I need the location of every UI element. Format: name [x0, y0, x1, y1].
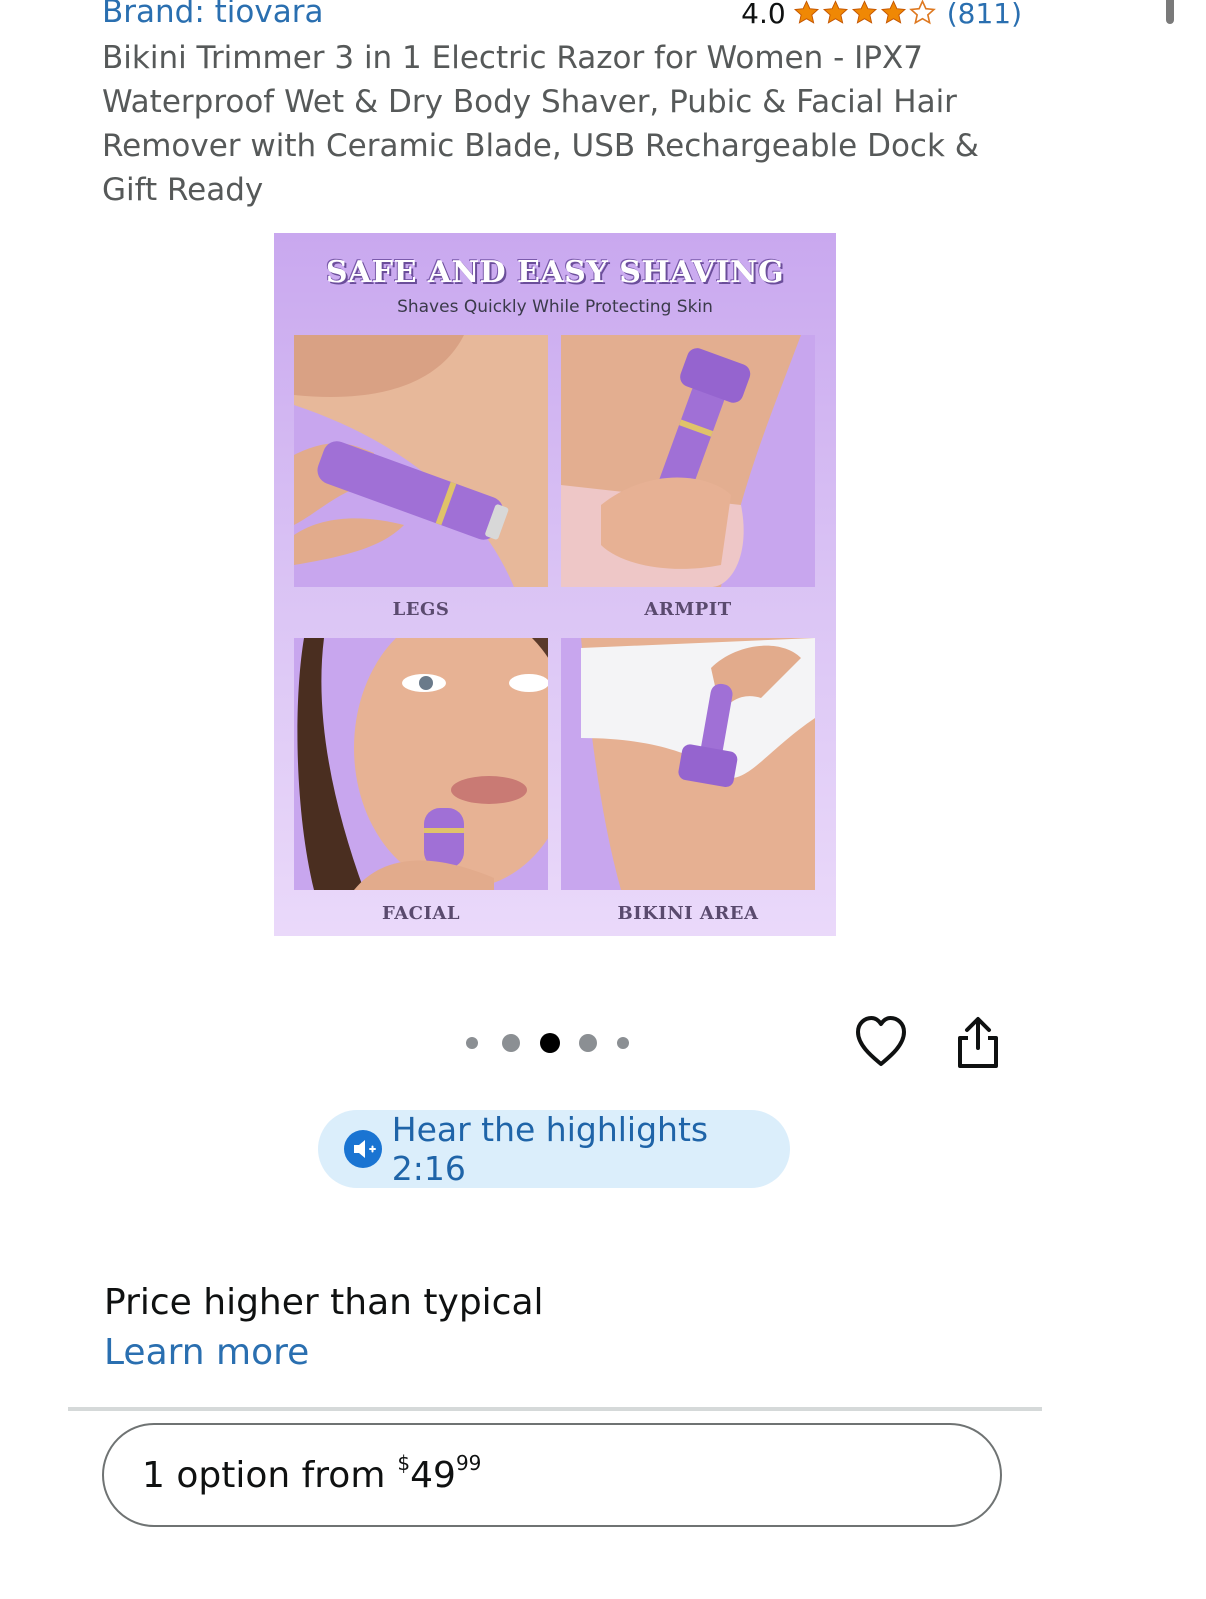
- share-icon: [958, 1017, 998, 1068]
- carousel-dots: [466, 1030, 646, 1056]
- image-subline: Shaves Quickly While Protecting Skin: [397, 297, 713, 317]
- image-tile-facial: [294, 638, 548, 890]
- rating-count-link[interactable]: (811): [947, 0, 1022, 30]
- tile-label-bikini-area: BIKINI AREA: [617, 903, 759, 924]
- star-rating: [792, 0, 937, 27]
- legs-illustration: [294, 335, 548, 587]
- learn-more-link[interactable]: Learn more: [104, 1332, 309, 1373]
- tile-label-facial: FACIAL: [381, 903, 461, 924]
- options-label: 1 option from: [142, 1454, 386, 1496]
- product-title: Bikini Trimmer 3 in 1 Electric Razor for…: [102, 40, 979, 208]
- price-note: Price higher than typical: [104, 1282, 544, 1323]
- image-headline: SAFE AND EASY SHAVING: [325, 255, 785, 290]
- image-tile-bikini: [561, 638, 815, 890]
- carousel-dot-2[interactable]: [502, 1034, 520, 1052]
- price: $ 49 99: [397, 1451, 481, 1496]
- brand-rating-row: Brand: tiovara 4.0 (811): [102, 0, 1022, 34]
- wishlist-button[interactable]: [854, 1014, 908, 1070]
- speaker-icon: [344, 1130, 382, 1168]
- star-empty-icon: [908, 0, 936, 25]
- star-full-icon: [793, 0, 819, 24]
- price-symbol: $: [397, 1450, 411, 1475]
- product-page: Brand: tiovara 4.0 (811) Bikini Trimmer …: [0, 0, 1206, 1599]
- divider: [68, 1407, 1042, 1411]
- price-whole: 49: [410, 1454, 456, 1496]
- product-image[interactable]: SAFE AND EASY SHAVING Shaves Quickly Whi…: [274, 233, 836, 936]
- carousel-dot-4[interactable]: [579, 1034, 597, 1052]
- image-tile-armpit: [561, 335, 815, 587]
- bikini-illustration: [561, 638, 815, 890]
- star-full-icon: [851, 0, 877, 24]
- highlights-label: Hear the highlights 2:16: [391, 1110, 709, 1188]
- share-button[interactable]: [954, 1016, 1002, 1070]
- star-full-icon: [880, 0, 906, 24]
- carousel-dot-3-active[interactable]: [540, 1033, 560, 1053]
- image-tile-legs: [294, 335, 548, 587]
- options-button[interactable]: 1 option from $ 49 99: [102, 1423, 1002, 1527]
- star-full-icon: [822, 0, 848, 24]
- scrollbar[interactable]: [1166, 0, 1174, 24]
- rating-value: 4.0: [741, 0, 786, 30]
- tile-label-legs: LEGS: [392, 599, 450, 620]
- brand-link[interactable]: Brand: tiovara: [102, 0, 323, 30]
- hear-highlights-button[interactable]: Hear the highlights 2:16: [318, 1110, 790, 1188]
- tile-label-armpit: ARMPIT: [644, 599, 732, 620]
- heart-icon: [856, 1016, 906, 1066]
- facial-illustration: [294, 638, 548, 890]
- rating[interactable]: 4.0 (811): [741, 0, 1022, 32]
- armpit-illustration: [561, 335, 815, 587]
- carousel-dot-5[interactable]: [617, 1037, 629, 1049]
- price-fraction: 99: [455, 1450, 482, 1475]
- carousel-dot-1[interactable]: [466, 1037, 478, 1049]
